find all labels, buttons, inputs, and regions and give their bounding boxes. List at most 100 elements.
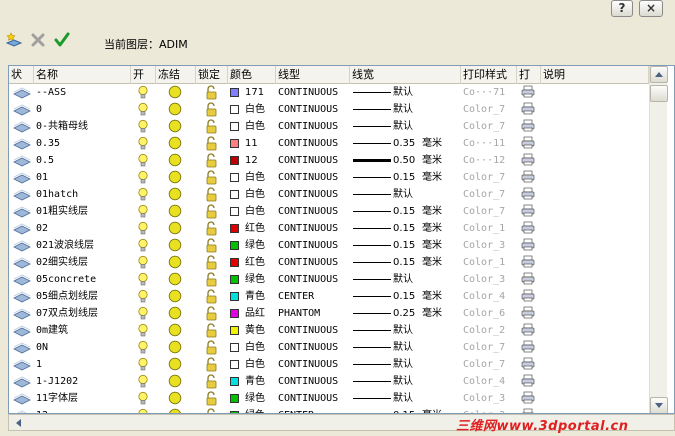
toggle-freeze[interactable] [168, 340, 182, 357]
plot-style[interactable]: Co···12 [463, 152, 517, 169]
lineweight-value[interactable]: 0.15 [393, 254, 421, 271]
lineweight-value[interactable]: 0.15 [393, 288, 421, 305]
linetype-name[interactable]: CONTINUOUS [278, 356, 350, 373]
layer-row[interactable]: 02 红色 CONTINUOUS 0.15 毫米 Color_1 [9, 220, 649, 237]
lineweight-value[interactable]: 默认 [393, 271, 421, 288]
color-name[interactable]: 青色 [245, 288, 276, 305]
layer-row[interactable]: 01 白色 CONTINUOUS 0.15 毫米 Color_7 [9, 169, 649, 186]
color-name[interactable]: 绿色 [245, 271, 276, 288]
toggle-freeze[interactable] [168, 289, 182, 306]
color-name[interactable]: 12 [245, 152, 276, 169]
linetype-name[interactable]: PHANTOM [278, 305, 350, 322]
color-swatch[interactable] [230, 309, 239, 318]
set-current-button[interactable] [52, 30, 72, 50]
plot-style[interactable]: Color_7 [463, 169, 517, 186]
color-name[interactable]: 白色 [245, 118, 276, 135]
color-swatch[interactable] [230, 326, 239, 335]
layer-row[interactable]: 05concrete 绿色 CONTINUOUS 默认 Color_3 [9, 271, 649, 288]
toggle-freeze[interactable] [168, 221, 182, 238]
column-header-lineweight[interactable]: 线宽 [350, 66, 461, 84]
layer-name[interactable]: 02细实线层 [36, 254, 131, 271]
toggle-freeze[interactable] [168, 323, 182, 340]
toggle-plot[interactable] [521, 238, 535, 254]
column-header-plotstyle[interactable]: 打印样式 [461, 66, 517, 84]
layer-row[interactable]: 07双点划线层 品红 PHANTOM 0.25 毫米 Color_6 [9, 305, 649, 322]
toggle-plot[interactable] [521, 374, 535, 390]
layer-name[interactable]: --ASS [36, 84, 131, 101]
color-swatch[interactable] [230, 88, 239, 97]
plot-style[interactable]: Color_7 [463, 118, 517, 135]
linetype-name[interactable]: CONTINUOUS [278, 237, 350, 254]
layer-row[interactable]: 0-共箱母线 白色 CONTINUOUS 默认 Color_7 [9, 118, 649, 135]
color-name[interactable]: 红色 [245, 254, 276, 271]
layer-row[interactable]: 0.5 12 CONTINUOUS 0.50 毫米 Co···12 [9, 152, 649, 169]
plot-style[interactable]: Color_1 [463, 254, 517, 271]
lineweight-value[interactable]: 0.35 [393, 135, 421, 152]
color-swatch[interactable] [230, 258, 239, 267]
layer-name[interactable]: 0.35 [36, 135, 131, 152]
color-swatch[interactable] [230, 122, 239, 131]
color-name[interactable]: 青色 [245, 373, 276, 390]
toggle-plot[interactable] [521, 153, 535, 169]
color-swatch[interactable] [230, 105, 239, 114]
layer-name[interactable]: 01hatch [36, 186, 131, 203]
toggle-plot[interactable] [521, 391, 535, 407]
color-swatch[interactable] [230, 343, 239, 352]
linetype-name[interactable]: CONTINUOUS [278, 322, 350, 339]
color-swatch[interactable] [230, 224, 239, 233]
plot-style[interactable]: Co···11 [463, 135, 517, 152]
toggle-freeze[interactable] [168, 119, 182, 136]
toggle-freeze[interactable] [168, 391, 182, 408]
toggle-plot[interactable] [521, 340, 535, 356]
linetype-name[interactable]: CONTINUOUS [278, 390, 350, 407]
linetype-name[interactable]: CONTINUOUS [278, 152, 350, 169]
new-layer-button[interactable] [4, 30, 24, 50]
layer-row[interactable]: 01粗实线层 白色 CONTINUOUS 0.15 毫米 Color_7 [9, 203, 649, 220]
toggle-freeze[interactable] [168, 153, 182, 170]
plot-style[interactable]: Color_7 [463, 186, 517, 203]
toggle-freeze[interactable] [168, 170, 182, 187]
color-name[interactable]: 黄色 [245, 322, 276, 339]
linetype-name[interactable]: CONTINUOUS [278, 118, 350, 135]
layer-name[interactable]: 0N [36, 339, 131, 356]
layer-name[interactable]: 0 [36, 101, 131, 118]
layer-name[interactable]: 02 [36, 220, 131, 237]
color-name[interactable]: 绿色 [245, 237, 276, 254]
toggle-plot[interactable] [521, 187, 535, 203]
toggle-freeze[interactable] [168, 204, 182, 221]
plot-style[interactable]: Color_7 [463, 101, 517, 118]
layer-row[interactable]: 0 白色 CONTINUOUS 默认 Color_7 [9, 101, 649, 118]
color-swatch[interactable] [230, 394, 239, 403]
column-header-freeze[interactable]: 冻结 [156, 66, 196, 84]
color-name[interactable]: 白色 [245, 203, 276, 220]
layer-row[interactable]: 05细点划线层 青色 CENTER 0.15 毫米 Color_4 [9, 288, 649, 305]
lineweight-value[interactable]: 默认 [393, 373, 421, 390]
color-swatch[interactable] [230, 275, 239, 284]
toggle-plot[interactable] [521, 119, 535, 135]
color-swatch[interactable] [230, 377, 239, 386]
linetype-name[interactable]: CONTINUOUS [278, 84, 350, 101]
plot-style[interactable]: Color_4 [463, 288, 517, 305]
layer-row[interactable]: 1 白色 CONTINUOUS 默认 Color_7 [9, 356, 649, 373]
toggle-freeze[interactable] [168, 374, 182, 391]
lineweight-value[interactable]: 默认 [393, 356, 421, 373]
layer-row[interactable]: 01hatch 白色 CONTINUOUS 默认 Color_7 [9, 186, 649, 203]
scroll-thumb[interactable] [650, 85, 668, 102]
vertical-scrollbar[interactable] [649, 66, 668, 413]
linetype-name[interactable]: CONTINUOUS [278, 339, 350, 356]
column-header-on[interactable]: 开 [131, 66, 156, 84]
scroll-up-button[interactable] [650, 66, 668, 83]
layer-name[interactable]: 11字体层 [36, 390, 131, 407]
layer-name[interactable]: 05concrete [36, 271, 131, 288]
lineweight-value[interactable]: 默认 [393, 339, 421, 356]
lineweight-value[interactable]: 0.15 [393, 169, 421, 186]
lineweight-value[interactable]: 0.15 [393, 237, 421, 254]
close-button[interactable]: × [639, 0, 663, 17]
linetype-name[interactable]: CONTINUOUS [278, 373, 350, 390]
toggle-freeze[interactable] [168, 255, 182, 272]
toggle-freeze[interactable] [168, 272, 182, 289]
layer-row[interactable]: 12 绿色CENTER 0.15毫米 Color_3 [9, 407, 649, 413]
layer-row[interactable]: 021波浪线层 绿色 CONTINUOUS 0.15 毫米 Color_3 [9, 237, 649, 254]
linetype-name[interactable]: CONTINUOUS [278, 254, 350, 271]
column-header-name[interactable]: 名称 [34, 66, 131, 84]
